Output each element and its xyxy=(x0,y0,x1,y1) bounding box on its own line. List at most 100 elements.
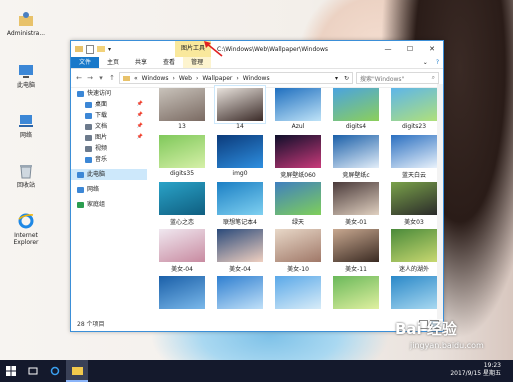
file-item[interactable] xyxy=(211,275,269,322)
title-bar: ▾ 图片工具 C:\Windows\Web\Wallpaper\Windows … xyxy=(71,41,443,57)
file-item[interactable]: digits4 xyxy=(327,87,385,134)
file-item[interactable] xyxy=(327,275,385,322)
file-item[interactable]: 美女-01 xyxy=(327,181,385,228)
back-arrow-icon[interactable]: ← xyxy=(75,74,83,82)
chevron-down-icon[interactable]: ▾ xyxy=(108,46,111,53)
taskbar-ie-button[interactable] xyxy=(44,360,66,382)
file-name: 联想笔记本4 xyxy=(223,219,257,226)
file-item[interactable]: digits35 xyxy=(153,134,211,181)
recent-locations-icon[interactable]: ▾ xyxy=(97,74,105,82)
image-thumbnail xyxy=(333,276,379,309)
ribbon-expand-icon[interactable]: ⌄ xyxy=(419,57,432,68)
tab-view[interactable]: 查看 xyxy=(155,57,183,68)
pin-icon[interactable]: 📌 xyxy=(137,132,143,143)
minimize-button[interactable]: — xyxy=(377,41,399,57)
desktop-icon-label: Administra... xyxy=(6,30,46,37)
file-item[interactable]: 美女03 xyxy=(385,181,443,228)
image-thumbnail xyxy=(159,182,205,215)
close-button[interactable]: ✕ xyxy=(421,41,443,57)
file-item[interactable]: digits23 xyxy=(385,87,443,134)
desktop-icon-computer[interactable]: 此电脑 xyxy=(6,62,46,89)
nav-item[interactable]: 家庭组 xyxy=(71,199,147,210)
file-name: 美女-04 xyxy=(229,266,251,273)
file-item[interactable] xyxy=(269,275,327,322)
nav-item[interactable]: 下载 📌 xyxy=(71,110,147,121)
file-item[interactable]: 蓝心之恋 xyxy=(153,181,211,228)
image-thumbnail xyxy=(391,276,437,309)
help-icon[interactable]: ? xyxy=(432,57,443,68)
breadcrumb-item[interactable]: Windows xyxy=(243,75,270,82)
desktop-icon-administrator[interactable]: Administra... xyxy=(6,10,46,37)
download-icon xyxy=(85,112,92,119)
forward-arrow-icon[interactable]: → xyxy=(86,74,94,82)
folder-icon xyxy=(71,366,83,375)
desktop-icon-label: 网络 xyxy=(19,132,32,139)
tab-share[interactable]: 共享 xyxy=(127,57,155,68)
desktop-icon-ie[interactable]: Internet Explorer xyxy=(6,212,46,246)
new-folder-icon[interactable] xyxy=(97,46,105,52)
nav-item-label: 此电脑 xyxy=(87,171,106,178)
file-item[interactable]: 美女-11 xyxy=(327,228,385,275)
tab-file[interactable]: 文件 xyxy=(71,57,100,68)
nav-item-label: 文档 xyxy=(95,123,108,130)
refresh-icon[interactable]: ↻ xyxy=(344,75,352,82)
file-item[interactable]: 迷人的湖外 xyxy=(385,228,443,275)
maximize-button[interactable]: ☐ xyxy=(399,41,421,57)
folder-icon[interactable] xyxy=(75,46,83,52)
nav-item[interactable]: 网络 xyxy=(71,184,147,195)
file-item[interactable]: 竞屏壁纸c xyxy=(327,134,385,181)
image-thumbnail xyxy=(217,182,263,215)
file-name: 竞屏壁纸c xyxy=(342,172,370,179)
nav-item[interactable]: 文档 📌 xyxy=(71,121,147,132)
properties-icon[interactable] xyxy=(86,44,94,54)
search-icon[interactable]: ⌕ xyxy=(432,74,438,82)
file-item[interactable]: 13 xyxy=(153,87,211,134)
image-thumbnail xyxy=(391,229,437,262)
task-view-button[interactable] xyxy=(22,360,44,382)
file-item[interactable]: Azul xyxy=(269,87,327,134)
file-item[interactable] xyxy=(153,275,211,322)
pin-icon[interactable]: 📌 xyxy=(137,99,143,110)
vertical-scrollbar[interactable] xyxy=(437,84,443,319)
dropdown-icon[interactable]: ▾ xyxy=(335,75,340,82)
file-item[interactable]: 美女-10 xyxy=(269,228,327,275)
file-name: 美女-01 xyxy=(345,219,367,226)
breadcrumb-item[interactable]: Web xyxy=(179,75,192,82)
nav-item-label: 视频 xyxy=(95,145,108,152)
desktop-icon-label: 此电脑 xyxy=(16,82,35,89)
nav-item[interactable]: 视频 xyxy=(71,143,147,154)
tab-home[interactable]: 主页 xyxy=(99,57,127,68)
address-bar[interactable]: « Windows › Web › Wallpaper › Windows ▾ … xyxy=(119,72,353,84)
image-thumbnail xyxy=(333,182,379,215)
file-item[interactable]: img0 xyxy=(211,134,269,181)
file-item[interactable] xyxy=(385,275,443,322)
tab-manage[interactable]: 管理 xyxy=(183,57,212,68)
nav-item[interactable]: 图片 📌 xyxy=(71,132,147,143)
desktop-icon-network[interactable]: 网络 xyxy=(6,112,46,139)
file-item[interactable]: 蓝天白云 xyxy=(385,134,443,181)
file-item[interactable]: 联想笔记本4 xyxy=(211,181,269,228)
desktop-icon-recycle-bin[interactable]: 回收站 xyxy=(6,162,46,189)
quick-access-toolbar: ▾ xyxy=(71,44,175,54)
breadcrumb-item[interactable]: Windows xyxy=(142,75,169,82)
file-item[interactable]: 美女-04 xyxy=(153,228,211,275)
taskbar-explorer-button[interactable] xyxy=(66,360,88,382)
file-item[interactable]: 美女-04 xyxy=(211,228,269,275)
pin-icon[interactable]: 📌 xyxy=(137,121,143,132)
nav-item[interactable]: 桌面 📌 xyxy=(71,99,147,110)
breadcrumb-item[interactable]: Wallpaper xyxy=(202,75,232,82)
search-input[interactable]: 搜索"Windows" ⌕ xyxy=(356,72,439,84)
file-item[interactable]: 竞屏壁纸060 xyxy=(269,134,327,181)
nav-item[interactable]: 此电脑 xyxy=(71,169,147,180)
file-name: 13 xyxy=(178,123,186,130)
file-item[interactable]: 绿天 xyxy=(269,181,327,228)
start-button[interactable] xyxy=(0,360,22,382)
nav-item-label: 快速访问 xyxy=(87,90,112,97)
file-item[interactable]: 14 xyxy=(211,86,269,134)
file-name: digits35 xyxy=(169,170,195,177)
pin-icon[interactable]: 📌 xyxy=(137,110,143,121)
system-clock[interactable]: 19:23 2017/9/15 星期五 xyxy=(450,362,501,378)
nav-item[interactable]: 快速访问 xyxy=(71,88,147,99)
up-arrow-icon[interactable]: ↑ xyxy=(108,74,116,82)
nav-item[interactable]: 音乐 xyxy=(71,154,147,165)
